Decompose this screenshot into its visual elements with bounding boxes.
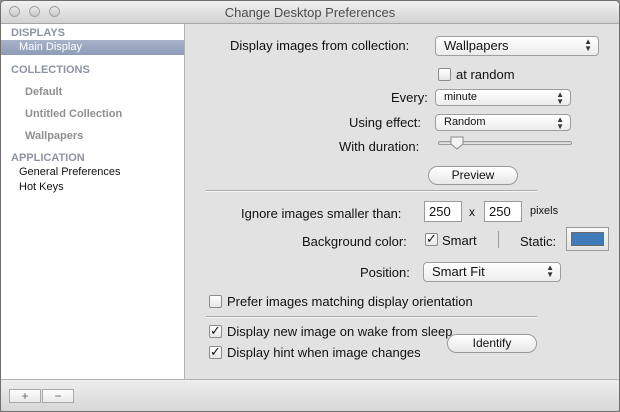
- static-color-swatch: [571, 232, 604, 246]
- sidebar-item-wallpapers[interactable]: Wallpapers: [25, 130, 83, 142]
- hint-label: Display hint when image changes: [227, 345, 421, 360]
- identify-button[interactable]: Identify: [447, 334, 537, 353]
- wake-label: Display new image on wake from sleep: [227, 324, 453, 339]
- effect-popup-value: Random: [444, 116, 486, 128]
- preferences-window: Change Desktop Preferences DISPLAYS Main…: [0, 0, 620, 412]
- preview-button[interactable]: Preview: [428, 166, 518, 185]
- sidebar-header-collections: COLLECTIONS: [11, 64, 90, 76]
- collection-popup-value: Wallpapers: [444, 38, 509, 53]
- position-popup-value: Smart Fit: [432, 264, 485, 279]
- popup-arrows-icon: ▲ ▼: [556, 115, 564, 131]
- wake-checkbox[interactable]: ✓: [209, 323, 222, 338]
- static-label: Static:: [520, 234, 557, 249]
- every-label: Every:: [391, 90, 428, 105]
- every-popup[interactable]: minute ▲ ▼: [435, 89, 571, 106]
- vertical-divider: [498, 231, 499, 248]
- ignore-unit-label: pixels: [530, 205, 559, 217]
- at-random-checkbox[interactable]: [438, 68, 451, 81]
- bottom-bar: + −: [1, 379, 619, 411]
- ignore-width-field[interactable]: 250: [424, 201, 462, 222]
- ignore-height-field[interactable]: 250: [484, 201, 522, 222]
- duration-label: With duration:: [339, 139, 420, 154]
- popup-arrows-icon: ▲ ▼: [546, 263, 554, 279]
- checkmark-icon: ✓: [426, 231, 437, 246]
- static-color-well[interactable]: [566, 227, 609, 251]
- popup-arrows-icon: ▲ ▼: [584, 37, 592, 53]
- smart-label: Smart: [442, 233, 477, 248]
- checkmark-icon: ✓: [210, 344, 221, 359]
- bgcolor-label: Background color:: [302, 234, 407, 249]
- separator: [206, 316, 537, 318]
- add-button[interactable]: +: [9, 389, 41, 403]
- checkmark-icon: ✓: [210, 323, 221, 338]
- hint-checkbox[interactable]: ✓: [209, 344, 222, 359]
- prefer-orientation-label: Prefer images matching display orientati…: [227, 294, 473, 309]
- at-random-label: at random: [456, 67, 515, 82]
- title-bar: Change Desktop Preferences: [1, 1, 619, 24]
- separator: [206, 190, 537, 192]
- sidebar-item-hot-keys[interactable]: Hot Keys: [19, 181, 64, 193]
- ignore-label: Ignore images smaller than:: [241, 206, 402, 221]
- ignore-x-label: x: [469, 205, 475, 219]
- sidebar-header-displays: DISPLAYS: [11, 27, 66, 39]
- popup-arrows-icon: ▲ ▼: [556, 90, 564, 106]
- position-label: Position:: [360, 265, 410, 280]
- smart-checkbox[interactable]: ✓: [425, 231, 438, 246]
- sidebar-header-application: APPLICATION: [11, 152, 85, 164]
- every-popup-value: minute: [444, 91, 478, 103]
- prefer-orientation-checkbox[interactable]: [209, 295, 222, 308]
- sidebar-item-main-display[interactable]: Main Display: [19, 41, 82, 53]
- duration-slider-knob[interactable]: [450, 136, 464, 150]
- window-title: Change Desktop Preferences: [224, 5, 396, 20]
- position-popup[interactable]: Smart Fit ▲ ▼: [423, 262, 561, 282]
- collection-label: Display images from collection:: [230, 38, 410, 53]
- sidebar-item-default[interactable]: Default: [25, 86, 62, 98]
- sidebar: DISPLAYS Main Display COLLECTIONS Defaul…: [1, 24, 185, 379]
- effect-popup[interactable]: Random ▲ ▼: [435, 114, 571, 131]
- sidebar-item-general-preferences[interactable]: General Preferences: [19, 166, 121, 178]
- sidebar-item-untitled-collection[interactable]: Untitled Collection: [25, 108, 122, 120]
- collection-popup[interactable]: Wallpapers ▲ ▼: [435, 36, 599, 56]
- effect-label: Using effect:: [349, 115, 422, 130]
- remove-button[interactable]: −: [42, 389, 74, 403]
